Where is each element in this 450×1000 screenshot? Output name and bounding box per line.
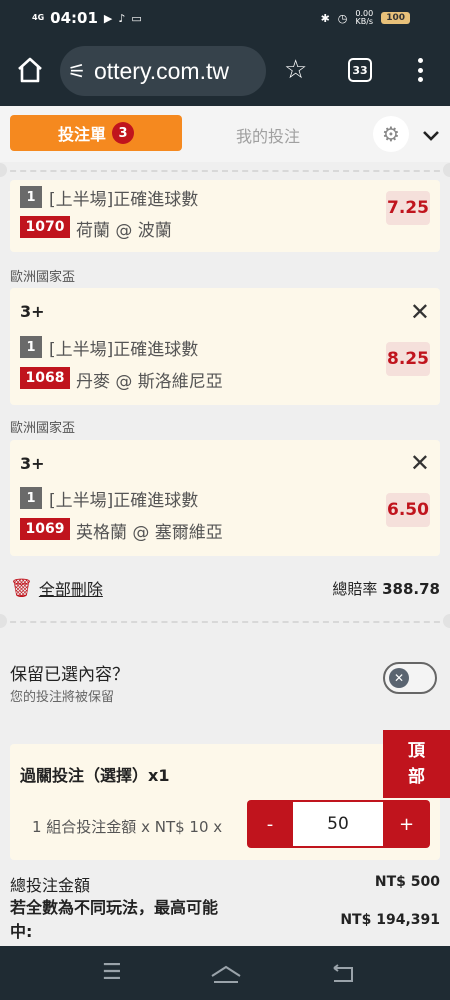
menu-icon[interactable]: ☰ <box>102 960 122 985</box>
divider <box>0 621 450 623</box>
max-win-value: NT$ 194,391 <box>340 912 440 928</box>
bet-card: 3+ ✕ 1 [上半場]正確進球數 1069 英格蘭 @ 塞爾維亞 6.50 <box>10 440 440 556</box>
odds-value: 8.25 <box>386 342 430 376</box>
toggle-off-icon: ✕ <box>389 668 409 688</box>
total-odds-label: 總賠率 <box>332 580 378 598</box>
odds-value: 7.25 <box>386 191 430 225</box>
divider <box>0 170 450 172</box>
keep-selections-toggle[interactable]: ✕ <box>383 662 437 694</box>
status-bar: 4G 04:01 ▶ ♪ ▭ ✱ ◷ 0.00 KB/s 100 <box>0 0 450 36</box>
back-icon[interactable] <box>330 964 356 984</box>
combo-label: 1 組合投注金額 x NT$ 10 x <box>32 818 223 836</box>
increment-button[interactable]: + <box>383 800 430 848</box>
total-stake-label: 總投注金額 <box>10 876 91 895</box>
close-icon[interactable]: ✕ <box>410 300 430 324</box>
stake-input[interactable]: 50 <box>293 802 383 846</box>
market-name: [上半場]正確進球數 <box>49 340 199 360</box>
parlay-card: 過關投注（選擇）x1 1 組合投注金額 x NT$ 10 x - 50 + <box>10 744 440 860</box>
match-name: 丹麥 @ 斯洛維尼亞 <box>76 372 223 392</box>
bluetooth-icon: ✱ <box>320 11 330 25</box>
keep-selections-subtitle: 您的投注將被保留 <box>10 690 115 705</box>
league-label: 歐洲國家盃 <box>10 421 76 436</box>
youtube-icon: ▶ <box>103 11 113 25</box>
match-code: 1069 <box>20 518 70 540</box>
total-odds-value: 388.78 <box>382 580 440 598</box>
back-to-top-button[interactable]: 頂部 <box>383 730 450 798</box>
browser-toolbar: ⚟ ottery.com.tw ☆ 33 <box>0 36 450 106</box>
odds-value: 6.50 <box>386 493 430 527</box>
parlay-title: 過關投注（選擇）x1 <box>20 766 170 785</box>
home-icon[interactable] <box>16 56 44 84</box>
selection-label: 3+ <box>20 454 45 473</box>
betslip-header: 投注單 3 我的投注 ⚙ <box>0 106 450 162</box>
market-number: 1 <box>20 336 42 358</box>
tiktok-icon: ♪ <box>118 11 126 25</box>
status-time: 04:01 <box>50 9 98 27</box>
match-code: 1070 <box>20 216 70 238</box>
url-text: ottery.com.tw <box>93 57 229 84</box>
max-win-label: 若全數為不同玩法，最高可能中: <box>10 898 219 941</box>
home-nav-icon[interactable] <box>210 964 242 984</box>
chevron-down-icon[interactable] <box>422 130 440 142</box>
stake-stepper: - 50 + <box>247 800 430 848</box>
market-number: 1 <box>20 186 42 208</box>
address-bar[interactable]: ⚟ ottery.com.tw <box>60 46 266 96</box>
decrement-button[interactable]: - <box>247 800 293 848</box>
tab-betslip[interactable]: 投注單 3 <box>10 115 182 151</box>
keep-selections-title: 保留已選內容？ <box>10 665 129 685</box>
net-speed-unit: KB/s <box>355 17 374 26</box>
delete-all-button[interactable]: 🗑 全部刪除 <box>10 576 103 600</box>
league-label: 歐洲國家盃 <box>10 270 76 285</box>
more-icon[interactable] <box>412 56 428 84</box>
alarm-icon: ◷ <box>337 11 348 25</box>
tab-mybets[interactable]: 我的投注 <box>236 123 300 147</box>
total-odds: 總賠率 388.78 <box>332 578 440 599</box>
match-name: 英格蘭 @ 塞爾維亞 <box>76 523 223 543</box>
bet-card: 3+ ✕ 1 [上半場]正確進球數 1068 丹麥 @ 斯洛維尼亞 8.25 <box>10 288 440 405</box>
betslip-count-badge: 3 <box>112 122 134 144</box>
trash-icon: 🗑 <box>10 577 33 599</box>
match-name: 荷蘭 @ 波蘭 <box>76 221 172 241</box>
tab-betslip-label: 投注單 <box>57 125 106 144</box>
signal-icon: 4G <box>32 13 45 22</box>
tune-icon[interactable]: ⚟ <box>68 59 86 83</box>
system-nav-bar: ☰ <box>0 946 450 1000</box>
delete-all-label: 全部刪除 <box>38 580 103 599</box>
market-name: [上半場]正確進球數 <box>49 190 199 210</box>
market-name: [上半場]正確進球數 <box>49 491 199 511</box>
tabs-icon[interactable]: 33 <box>348 58 372 82</box>
gear-icon[interactable]: ⚙ <box>373 116 409 152</box>
close-icon[interactable]: ✕ <box>410 451 430 475</box>
market-number: 1 <box>20 487 42 509</box>
tab-count: 33 <box>352 63 368 77</box>
star-icon[interactable]: ☆ <box>284 56 307 84</box>
bet-card: 1 [上半場]正確進球數 1070 荷蘭 @ 波蘭 7.25 <box>10 180 440 252</box>
selection-label: 3+ <box>20 302 45 321</box>
image-icon: ▭ <box>131 11 142 25</box>
match-code: 1068 <box>20 367 70 389</box>
battery-icon: 100 <box>381 12 410 24</box>
total-stake-value: NT$ 500 <box>374 874 440 890</box>
